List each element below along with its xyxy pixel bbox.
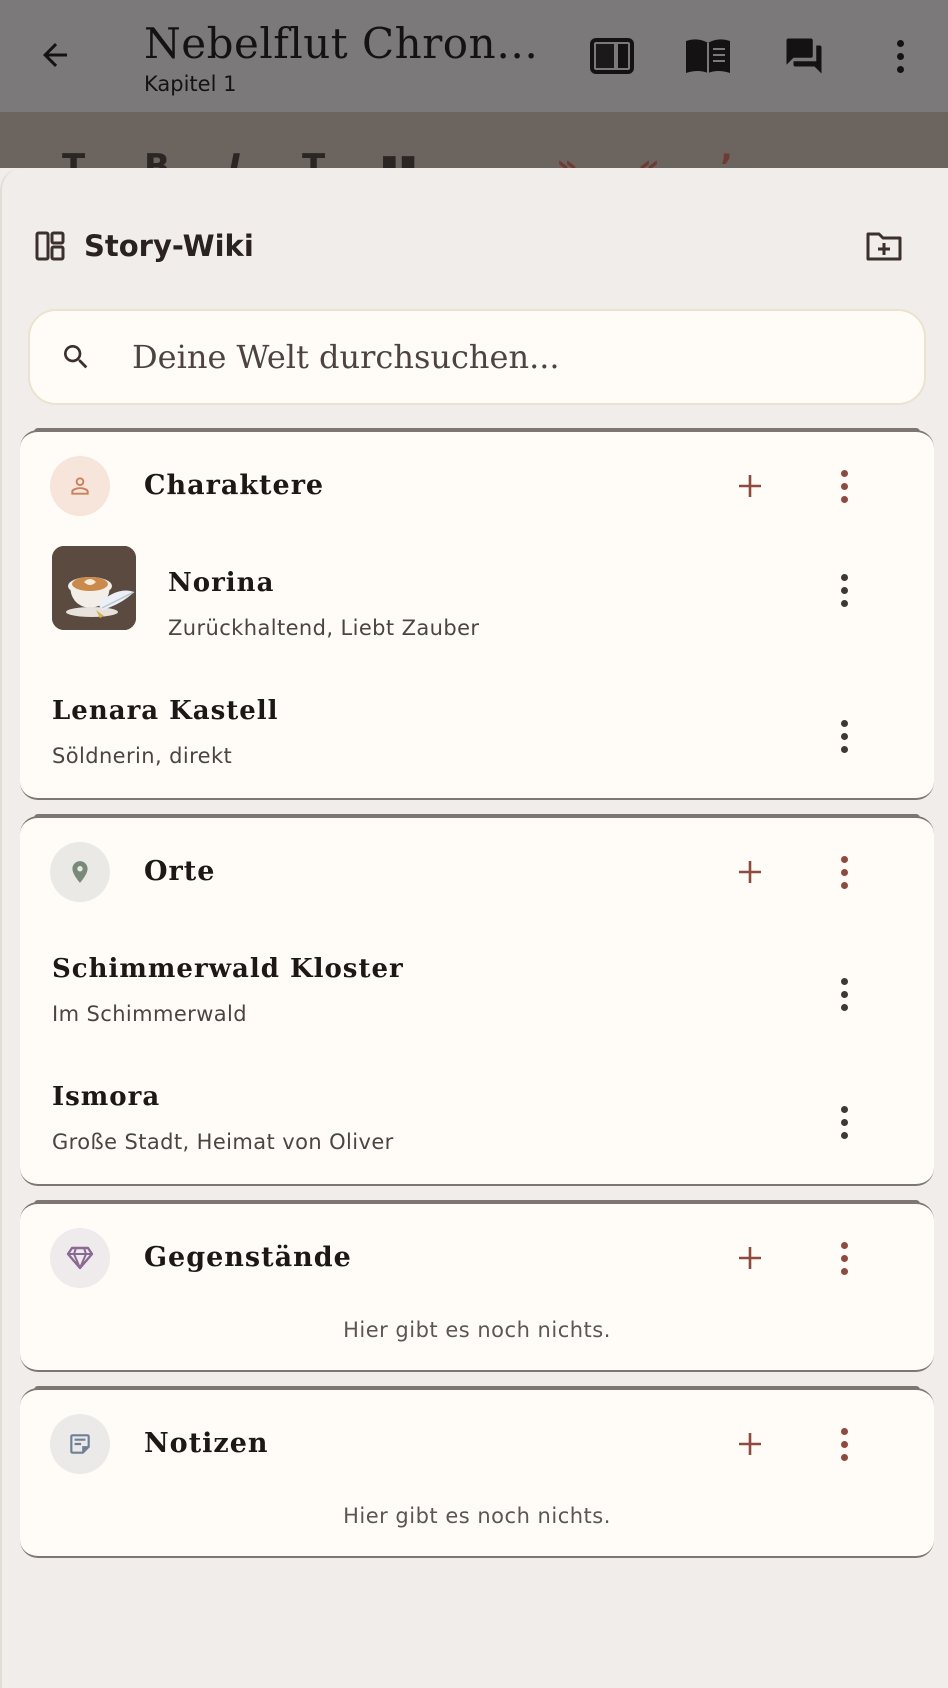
- search-input[interactable]: [132, 331, 892, 383]
- character-avatar: [52, 546, 136, 630]
- plus-icon: [739, 1247, 761, 1269]
- empty-state-text: Hier gibt es noch nichts.: [343, 1504, 611, 1528]
- entry-menu-button[interactable]: [820, 1098, 868, 1146]
- back-button[interactable]: [34, 34, 76, 76]
- editor-toolbar: T B I T ▮▮ … » « ’: [0, 112, 948, 168]
- chat-icon: [786, 38, 822, 74]
- more-vert-icon: [840, 573, 848, 607]
- entry-menu-button[interactable]: [820, 566, 868, 614]
- list-item[interactable]: Norina Zurückhaltend, Liebt Zauber: [20, 546, 934, 674]
- add-location-button[interactable]: [726, 848, 774, 896]
- scene-panel-button[interactable]: [586, 30, 638, 82]
- section-header: Orte: [20, 818, 934, 932]
- plus-icon: [739, 1433, 761, 1455]
- section-header: Notizen: [20, 1390, 934, 1504]
- section-menu-button[interactable]: [820, 848, 868, 896]
- section-menu-button[interactable]: [820, 1420, 868, 1468]
- search-bar[interactable]: [28, 309, 926, 405]
- section-notizen: Notizen Hier gibt es noch nichts.: [20, 1388, 934, 1558]
- entry-name: Lenara Kastell: [52, 696, 279, 726]
- app-bar: Nebelflut Chroni… Kapitel 1: [0, 0, 948, 112]
- toolbar-item[interactable]: B: [144, 150, 170, 168]
- more-vert-icon: [840, 977, 848, 1011]
- add-note-button[interactable]: [726, 1420, 774, 1468]
- entry-description: Große Stadt, Heimat von Oliver: [52, 1130, 394, 1154]
- document-title: Nebelflut Chroni…: [144, 19, 544, 68]
- more-vert-icon: [840, 855, 848, 889]
- toolbar-item[interactable]: I: [228, 150, 241, 168]
- book-button[interactable]: [682, 30, 734, 82]
- more-vert-icon: [840, 1105, 848, 1139]
- section-title: Gegenstände: [144, 1242, 352, 1273]
- add-item-button[interactable]: [726, 1234, 774, 1282]
- person-icon: [50, 456, 110, 516]
- section-menu-button[interactable]: [820, 1234, 868, 1282]
- section-title: Orte: [144, 856, 216, 887]
- dashboard-icon: [35, 231, 65, 261]
- list-item[interactable]: Lenara Kastell Söldnerin, direkt: [20, 674, 934, 802]
- toolbar-item[interactable]: ▮▮: [380, 150, 417, 168]
- more-button[interactable]: [874, 30, 926, 82]
- list-item[interactable]: Schimmerwald Kloster Im Schimmerwald: [20, 932, 934, 1060]
- location-pin-icon: [50, 842, 110, 902]
- toolbar-item[interactable]: T: [302, 150, 325, 168]
- sheet-title: Story-Wiki: [84, 229, 254, 263]
- story-wiki-sheet: Story-Wiki Charaktere: [0, 168, 948, 1688]
- entry-name: Ismora: [52, 1082, 161, 1112]
- scene-panel-icon: [590, 38, 634, 74]
- toolbar-item[interactable]: …: [460, 150, 494, 168]
- list-item[interactable]: Ismora Große Stadt, Heimat von Oliver: [20, 1060, 934, 1188]
- section-title: Charaktere: [144, 470, 325, 501]
- entry-menu-button[interactable]: [820, 970, 868, 1018]
- section-charaktere: Charaktere Norina Zurückhaltend, Liebt Z…: [20, 430, 934, 800]
- sheet-header: Story-Wiki: [34, 226, 254, 266]
- toolbar-item[interactable]: »: [556, 150, 578, 168]
- add-character-button[interactable]: [726, 462, 774, 510]
- more-vert-icon: [840, 1241, 848, 1275]
- arrow-back-icon: [43, 43, 67, 67]
- search-icon: [64, 345, 88, 369]
- new-folder-button[interactable]: [860, 224, 908, 268]
- more-vert-icon: [896, 39, 904, 73]
- plus-icon: [739, 861, 761, 883]
- chat-button[interactable]: [778, 30, 830, 82]
- section-header: Charaktere: [20, 432, 934, 546]
- entry-description: Söldnerin, direkt: [52, 744, 233, 768]
- create-folder-icon: [866, 232, 902, 261]
- section-header: Gegenstände: [20, 1204, 934, 1318]
- entry-description: Im Schimmerwald: [52, 1002, 248, 1026]
- section-orte: Orte Schimmerwald Kloster Im Schimmerwal…: [20, 816, 934, 1186]
- entry-name: Schimmerwald Kloster: [52, 954, 404, 984]
- chapter-subtitle: Kapitel 1: [144, 72, 237, 96]
- gem-icon: [50, 1228, 110, 1288]
- toolbar-item[interactable]: «: [638, 150, 660, 168]
- more-vert-icon: [840, 719, 848, 753]
- section-title: Notizen: [144, 1428, 269, 1459]
- section-menu-button[interactable]: [820, 462, 868, 510]
- toolbar-item[interactable]: ’: [720, 150, 733, 168]
- more-vert-icon: [840, 1427, 848, 1461]
- entry-menu-button[interactable]: [820, 712, 868, 760]
- section-gegenstaende: Gegenstände Hier gibt es noch nichts.: [20, 1202, 934, 1372]
- entry-name: Norina: [168, 568, 275, 598]
- note-icon: [50, 1414, 110, 1474]
- empty-state-text: Hier gibt es noch nichts.: [343, 1318, 611, 1342]
- more-vert-icon: [840, 469, 848, 503]
- plus-icon: [739, 475, 761, 497]
- entry-description: Zurückhaltend, Liebt Zauber: [168, 616, 480, 640]
- book-icon: [686, 39, 730, 73]
- toolbar-item[interactable]: T: [62, 150, 85, 168]
